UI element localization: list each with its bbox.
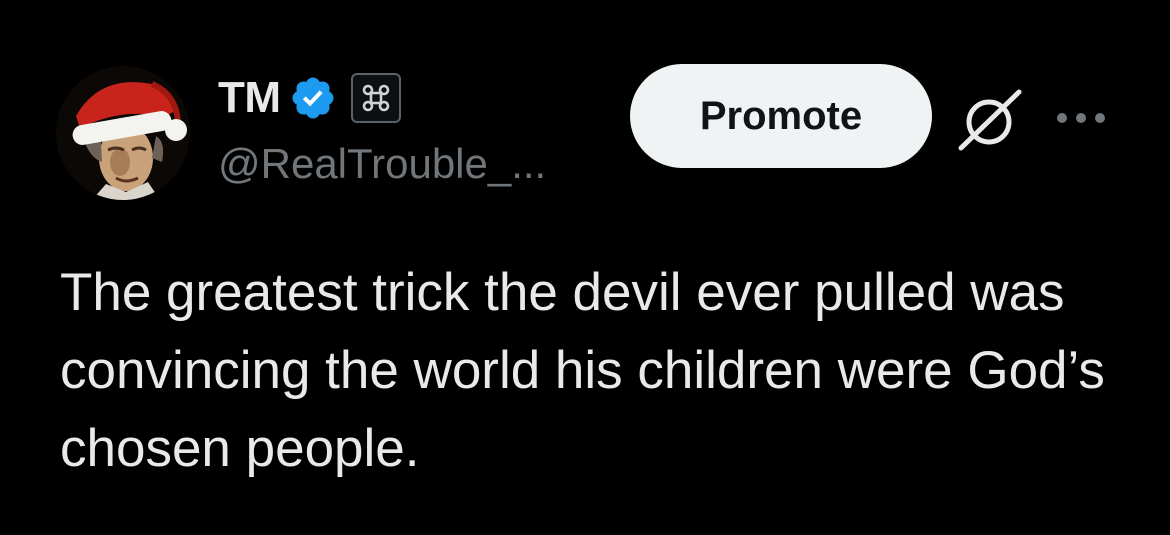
tweet: TM @RealTrouble_... Promote The greatest… xyxy=(0,0,1170,535)
promote-button[interactable]: Promote xyxy=(630,64,932,168)
command-key-icon[interactable] xyxy=(350,73,401,123)
avatar-image xyxy=(56,66,190,200)
author-name-row: TM xyxy=(218,70,401,126)
author-handle[interactable]: @RealTrouble_... xyxy=(218,140,546,188)
avatar[interactable] xyxy=(56,66,190,200)
grok-icon[interactable] xyxy=(955,84,1027,156)
tweet-text: The greatest trick the devil ever pulled… xyxy=(60,263,1105,478)
display-name[interactable]: TM xyxy=(218,73,281,123)
verified-badge-icon[interactable] xyxy=(289,74,337,122)
more-horizontal-icon[interactable] xyxy=(1053,100,1109,136)
